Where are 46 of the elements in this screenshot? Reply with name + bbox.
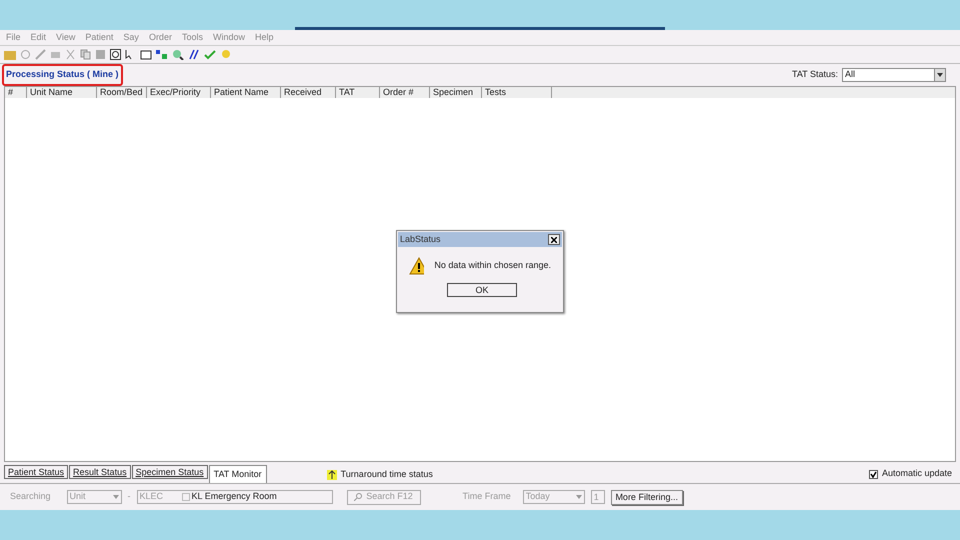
warning-icon [409,257,424,275]
function-icon[interactable] [188,49,200,60]
tat-status-label: TAT Status: [792,68,838,82]
caret-icon [576,495,582,499]
view-title: Processing Status ( Mine ) [2,64,123,86]
column-header[interactable]: Specimen [430,87,482,98]
copy-icon[interactable] [80,49,91,60]
search-icon [354,493,362,501]
close-icon [551,236,557,242]
column-header[interactable]: TAT [336,87,380,98]
dialog-title: LabStatus [400,232,442,246]
unit-field[interactable]: KLEC KL Emergency Room [136,490,333,504]
tab[interactable]: Patient Status [4,465,68,479]
ok-button[interactable]: OK [447,283,517,297]
tab[interactable]: Specimen Status [132,465,208,479]
column-header[interactable]: Tests [482,87,552,98]
column-header[interactable]: Unit Name [27,87,97,98]
dash-label: - [128,490,131,504]
magnifier-icon[interactable] [172,49,184,60]
close-button[interactable] [548,234,560,245]
tree-icon[interactable] [156,49,168,60]
column-header[interactable]: Exec/Priority [147,87,211,98]
window-icon[interactable] [140,49,152,60]
help-icon[interactable] [110,49,121,60]
automatic-update-label: Automatic update [882,466,952,480]
refresh-icon[interactable] [20,49,31,60]
scissors-icon[interactable] [65,49,76,60]
column-header[interactable]: Patient Name [211,87,281,98]
column-header[interactable]: Room/Bed [97,87,147,98]
tab[interactable]: Result Status [69,465,131,479]
dialog-message: No data within chosen range. [434,259,551,272]
check-icon[interactable] [204,49,216,60]
column-header[interactable]: Order # [380,87,430,98]
more-filtering-button[interactable]: More Filtering... [610,490,683,504]
column-header[interactable]: Received [281,87,336,98]
column-header[interactable]: # [5,87,27,98]
caret-icon [937,73,943,77]
pencil-icon[interactable] [35,49,46,60]
automatic-update-checkbox[interactable] [868,470,878,479]
caret-icon [112,495,119,499]
legend-label: Turnaround time status [340,468,433,480]
time-frame-label: Time Frame [462,490,511,504]
tab[interactable]: TAT Monitor [208,465,267,483]
tat-status-dropdown[interactable]: All [842,68,946,82]
searching-label: Searching [10,490,51,504]
legend-icon [326,470,337,480]
